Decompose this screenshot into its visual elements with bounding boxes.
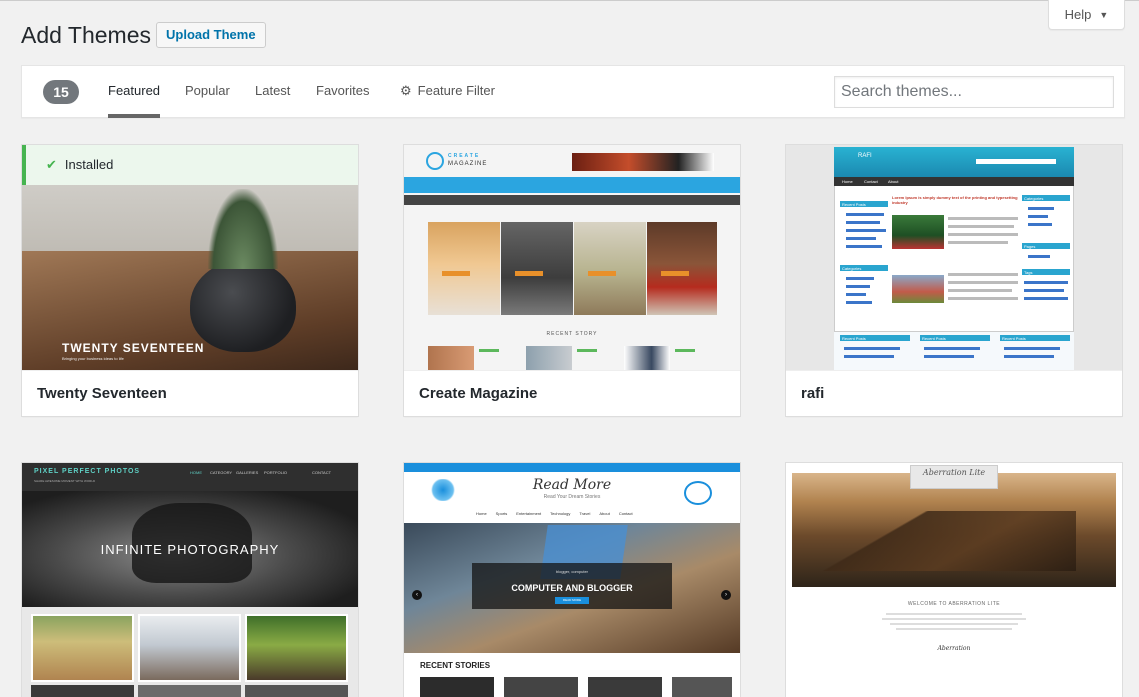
pixel-tagline: SHARE AWESOME MOMENT WITH WORLD xyxy=(34,479,96,483)
rafi-nav-about: About xyxy=(888,179,899,184)
readmore-nav-item: Travel xyxy=(579,511,591,516)
theme-screenshot[interactable]: Read More Read Your Dream Stories Home S… xyxy=(404,463,740,697)
rafi-right-heading: Categories xyxy=(1024,196,1044,201)
checkmark-icon: ✔ xyxy=(46,157,57,172)
theme-name: Twenty Seventeen xyxy=(22,370,358,416)
readmore-nav: Home Sports Entertainment Technology Tra… xyxy=(476,511,633,516)
rafi-site-title: RAFI xyxy=(858,153,872,159)
page-title: Add Themes xyxy=(21,22,151,48)
pixel-nav-contact: CONTACT xyxy=(312,470,332,475)
installed-label: Installed xyxy=(64,157,114,172)
theme-screenshot[interactable]: CREATE MAGAZINE RECENT STORY xyxy=(404,145,740,370)
theme-name: Create Magazine xyxy=(404,370,740,416)
theme-card-aberration-lite[interactable]: Aberration Lite WELCOME TO ABERRATION LI… xyxy=(785,462,1123,697)
gear-icon: ⚙ xyxy=(400,83,412,98)
prev-arrow-icon: ‹ xyxy=(412,590,422,600)
magazine-logo-icon xyxy=(426,152,444,170)
slide-readmore-button: READ MORE xyxy=(555,597,589,604)
theme-name: rafi xyxy=(786,370,1122,416)
theme-card-create-magazine[interactable]: CREATE MAGAZINE RECENT STORY Create Maga… xyxy=(403,144,741,417)
readmore-logo: Read More xyxy=(532,477,612,493)
slide-category: blogger, computer xyxy=(555,569,589,574)
pixel-hero-title: INFINITE PHOTOGRAPHY xyxy=(100,542,280,557)
rafi-post-title: Lorem Ipsum is simply dummy text of the … xyxy=(892,195,1018,205)
theme-filter-bar: 15 Featured Popular Latest Favorites ⚙ Fe… xyxy=(21,65,1125,118)
rafi-left-heading: Recent Posts xyxy=(842,202,866,207)
magazine-logo-bottom: MAGAZINE xyxy=(448,161,488,167)
theme-count-badge: 15 xyxy=(43,80,79,104)
aberration-welcome: WELCOME TO ABERRATION LITE xyxy=(907,601,1001,607)
rafi-footer-heading-1: Recent Posts xyxy=(842,336,866,341)
theme-screenshot[interactable]: PIXEL PERFECT PHOTOS SHARE AWESOME MOMEN… xyxy=(22,463,358,697)
feature-filter-button[interactable]: ⚙ Feature Filter xyxy=(400,66,495,118)
theme-card-rafi[interactable]: RAFI Home Contact About Recent Posts Cat… xyxy=(785,144,1123,417)
pixel-brand: PIXEL PERFECT PHOTOS xyxy=(34,468,141,475)
aberration-signature: Aberration xyxy=(937,645,971,652)
rafi-footer-heading-2: Recent Posts xyxy=(922,336,946,341)
rafi-right-heading-3: Tags xyxy=(1024,270,1033,275)
help-tab-button[interactable]: Help ▼ xyxy=(1048,0,1125,30)
readmore-nav-item: Home xyxy=(476,511,487,516)
readmore-nav-item: Contact xyxy=(618,511,633,516)
search-themes-input[interactable] xyxy=(834,76,1114,108)
readmore-nav-item: Sports xyxy=(495,511,508,516)
section-label: RECENT STORY xyxy=(546,331,598,337)
rafi-right-heading-2: Pages xyxy=(1024,244,1036,249)
theme-screenshot[interactable]: Aberration Lite WELCOME TO ABERRATION LI… xyxy=(786,463,1122,697)
theme-card-twenty-seventeen[interactable]: TWENTY SEVENTEEN Bringing your business … xyxy=(21,144,359,417)
theme-card-pixel-perfect[interactable]: PIXEL PERFECT PHOTOS SHARE AWESOME MOMEN… xyxy=(21,462,359,697)
tab-featured[interactable]: Featured xyxy=(108,66,161,118)
aberration-logo: Aberration Lite xyxy=(922,468,986,477)
tab-favorites[interactable]: Favorites xyxy=(316,66,369,118)
rafi-footer-heading-3: Recent Posts xyxy=(1002,336,1026,341)
next-arrow-icon: › xyxy=(721,590,731,600)
hero-title: TWENTY SEVENTEEN xyxy=(62,341,205,355)
theme-card-read-more[interactable]: Read More Read Your Dream Stories Home S… xyxy=(403,462,741,697)
caret-down-icon: ▼ xyxy=(1099,9,1109,20)
rafi-left-heading-2: Categories xyxy=(842,266,862,271)
tab-latest[interactable]: Latest xyxy=(255,66,290,118)
feature-filter-label: Feature Filter xyxy=(417,83,495,98)
readmore-nav-item: Technology xyxy=(550,511,571,516)
magazine-logo-top: CREATE xyxy=(448,153,481,159)
installed-notice: ✔ Installed xyxy=(22,145,358,185)
top-border xyxy=(0,0,1139,1)
help-label: Help xyxy=(1064,7,1092,22)
readmore-tagline: Read Your Dream Stories xyxy=(543,494,601,500)
readmore-nav-item: Entertainment xyxy=(516,511,542,516)
recent-stories-heading: RECENT STORIES xyxy=(420,661,491,670)
upload-theme-button[interactable]: Upload Theme xyxy=(156,22,266,48)
pixel-nav-portfolio: PORTFOLIO xyxy=(264,470,288,475)
theme-screenshot[interactable]: RAFI Home Contact About Recent Posts Cat… xyxy=(786,145,1122,370)
hero-subtitle: Bringing your business ideas to life xyxy=(62,356,124,361)
pixel-nav-category: CATEGORY xyxy=(210,470,233,475)
tab-popular[interactable]: Popular xyxy=(185,66,230,118)
rafi-nav-home: Home xyxy=(842,179,853,184)
slide-title: COMPUTER AND BLOGGER xyxy=(511,583,633,593)
pixel-nav-home: HOME xyxy=(190,470,202,475)
rafi-nav-contact: Contact xyxy=(864,179,878,184)
pixel-nav-galleries: GALLERIES xyxy=(236,470,259,475)
readmore-nav-item: About xyxy=(599,511,610,516)
